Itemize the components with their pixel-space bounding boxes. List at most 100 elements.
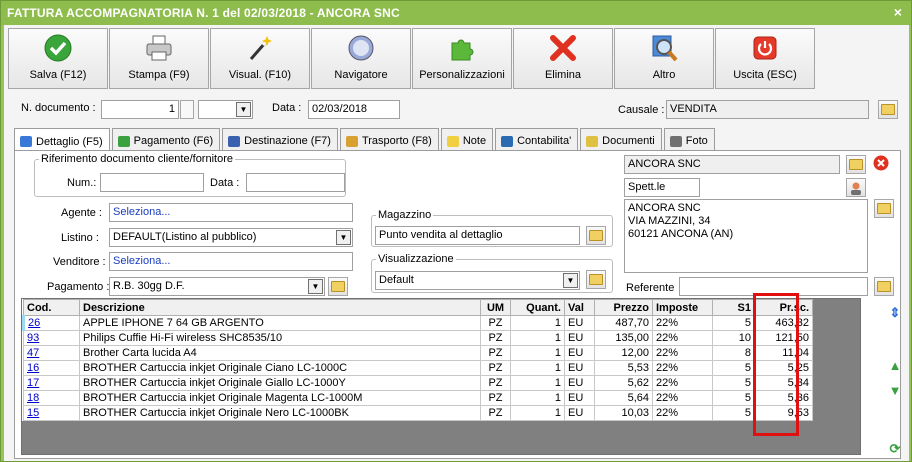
table-row[interactable]: 93 Philips Cuffie Hi-Fi wireless SHC8535/…: [23, 330, 813, 346]
tab-documenti[interactable]: Documenti: [580, 128, 662, 150]
accounting-icon: [501, 135, 514, 147]
ref-date-input[interactable]: [246, 173, 345, 192]
table-cell: 1: [510, 315, 565, 331]
address-folder-button[interactable]: [874, 199, 894, 218]
destination-icon: [228, 135, 241, 147]
column-header[interactable]: Descrizione: [79, 299, 481, 316]
payment-folder-button[interactable]: [328, 277, 348, 296]
print-button[interactable]: Stampa (F9): [109, 28, 209, 89]
refresh-icon[interactable]: ⟳: [885, 439, 905, 458]
date-input[interactable]: 02/03/2018: [308, 100, 400, 119]
ref-num-label: Num.:: [67, 177, 97, 189]
customer-name-input[interactable]: ANCORA SNC: [624, 155, 840, 174]
table-cell: 5,62: [594, 375, 653, 391]
navigator-button[interactable]: Navigatore: [311, 28, 411, 89]
tab-dettaglio[interactable]: Dettaglio (F5): [14, 128, 110, 151]
reference-legend: Riferimento documento cliente/fornitore: [41, 153, 233, 165]
table-cell: APPLE IPHONE 7 64 GB ARGENTO: [79, 315, 481, 331]
warehouse-input[interactable]: Punto vendita al dettaglio: [375, 226, 580, 245]
exit-button-label: Uscita (ESC): [733, 69, 797, 81]
agent-input[interactable]: Seleziona...: [109, 203, 353, 222]
scroll-top-icon[interactable]: ⇕: [885, 303, 905, 322]
tab-label: Trasporto (F8): [361, 135, 432, 147]
view-folder-button[interactable]: [586, 270, 606, 289]
view-select[interactable]: Default ▼: [375, 271, 580, 290]
column-header[interactable]: S1: [712, 299, 755, 316]
item-code-link[interactable]: 17: [23, 375, 80, 391]
item-code-link[interactable]: 15: [23, 405, 80, 421]
address-textarea[interactable]: ANCORA SNC VIA MAZZINI, 34 60121 ANCONA …: [624, 199, 868, 273]
table-row[interactable]: 15 BROTHER Cartuccia inkjet Originale Ner…: [23, 405, 813, 421]
column-header[interactable]: Prezzo: [594, 299, 653, 316]
table-cell: PZ: [480, 375, 511, 391]
causale-folder-button[interactable]: [878, 100, 898, 119]
item-code-link[interactable]: 93: [23, 330, 80, 346]
view-value: Default: [379, 274, 414, 286]
customer-clear-button[interactable]: [871, 155, 891, 174]
tab-contabilita[interactable]: Contabilita': [495, 128, 579, 150]
table-row[interactable]: 17 BROTHER Cartuccia inkjet Originale Gia…: [23, 375, 813, 391]
table-cell: EU: [564, 360, 595, 376]
more-button[interactable]: Altro: [614, 28, 714, 89]
tab-label: Foto: [685, 135, 708, 147]
column-header[interactable]: Val: [564, 299, 595, 316]
item-code-link[interactable]: 47: [23, 345, 80, 361]
referente-label: Referente: [626, 282, 675, 294]
tab-destinazione[interactable]: Destinazione (F7): [222, 128, 338, 150]
table-cell: 22%: [652, 330, 713, 346]
tab-foto[interactable]: Foto: [663, 128, 715, 150]
tab-trasporto[interactable]: Trasporto (F8): [339, 128, 439, 150]
chevron-down-icon[interactable]: ▼: [236, 102, 251, 117]
table-row[interactable]: 26 APPLE IPHONE 7 64 GB ARGENTO PZ 1 EU 487,7…: [22, 315, 813, 331]
warehouse-folder-button[interactable]: [586, 226, 606, 245]
chevron-down-icon[interactable]: ▼: [563, 273, 578, 288]
address-line: VIA MAZZINI, 34: [628, 215, 711, 227]
ref-num-input[interactable]: [100, 173, 204, 192]
invoice-window: FATTURA ACCOMPAGNATORIA N. 1 del 02/03/2…: [0, 0, 912, 462]
magnifier-icon: [652, 35, 678, 62]
clear-x-icon: [873, 155, 889, 171]
delete-button[interactable]: Elimina: [513, 28, 613, 89]
table-row[interactable]: 18 BROTHER Cartuccia inkjet Originale Mag…: [23, 390, 813, 406]
customer-lookup-button[interactable]: [846, 178, 866, 197]
power-icon: [753, 36, 777, 60]
doc-suffix-select[interactable]: ▼: [198, 100, 253, 119]
grid-body: 26 APPLE IPHONE 7 64 GB ARGENTO PZ 1 EU 487,7…: [22, 315, 813, 421]
tab-note[interactable]: Note: [440, 128, 494, 150]
referente-folder-button[interactable]: [874, 277, 894, 296]
table-cell: EU: [564, 315, 595, 331]
move-down-icon[interactable]: ▼: [885, 381, 905, 400]
chevron-down-icon[interactable]: ▼: [308, 279, 323, 294]
move-up-icon[interactable]: ▲: [885, 356, 905, 375]
pricelist-select[interactable]: DEFAULT(Listino al pubblico) ▼: [109, 228, 353, 247]
item-code-link[interactable]: 16: [23, 360, 80, 376]
doc-number-input[interactable]: 1: [101, 100, 179, 119]
column-header[interactable]: Cod.: [23, 299, 80, 316]
tab-pagamento[interactable]: Pagamento (F6): [111, 128, 221, 150]
seller-input[interactable]: Seleziona...: [109, 252, 353, 271]
item-code-link[interactable]: 18: [23, 390, 80, 406]
exit-button[interactable]: Uscita (ESC): [715, 28, 815, 89]
customer-folder-button[interactable]: [846, 155, 866, 174]
table-row[interactable]: 47 Brother Carta lucida A4 PZ 1 EU 12,00 22% 8 1…: [23, 345, 813, 361]
salutation-input[interactable]: Spett.le: [624, 178, 700, 197]
visual-button[interactable]: Visual. (F10): [210, 28, 310, 89]
chevron-down-icon[interactable]: ▼: [336, 230, 351, 245]
view-legend: Visualizzazione: [378, 253, 454, 265]
column-header[interactable]: UM: [480, 299, 511, 316]
close-icon[interactable]: ×: [891, 5, 905, 19]
causale-input[interactable]: VENDITA: [666, 100, 869, 119]
customizations-button[interactable]: Personalizzazioni: [412, 28, 512, 89]
doc-number-spin[interactable]: [180, 100, 194, 119]
table-row[interactable]: 16 BROTHER Cartuccia inkjet Originale Cia…: [23, 360, 813, 376]
table-cell: BROTHER Cartuccia inkjet Originale Magen…: [79, 390, 481, 406]
column-header[interactable]: Quant.: [510, 299, 565, 316]
table-cell: 10: [712, 330, 755, 346]
item-code-link[interactable]: 26: [22, 315, 80, 331]
save-button[interactable]: Salva (F12): [8, 28, 108, 89]
column-header[interactable]: Imposte: [652, 299, 713, 316]
tab-label: Destinazione (F7): [244, 135, 331, 147]
payment-select[interactable]: R.B. 30gg D.F. ▼: [109, 277, 325, 296]
payment-value: R.B. 30gg D.F.: [113, 280, 185, 292]
table-cell: 5,53: [594, 360, 653, 376]
